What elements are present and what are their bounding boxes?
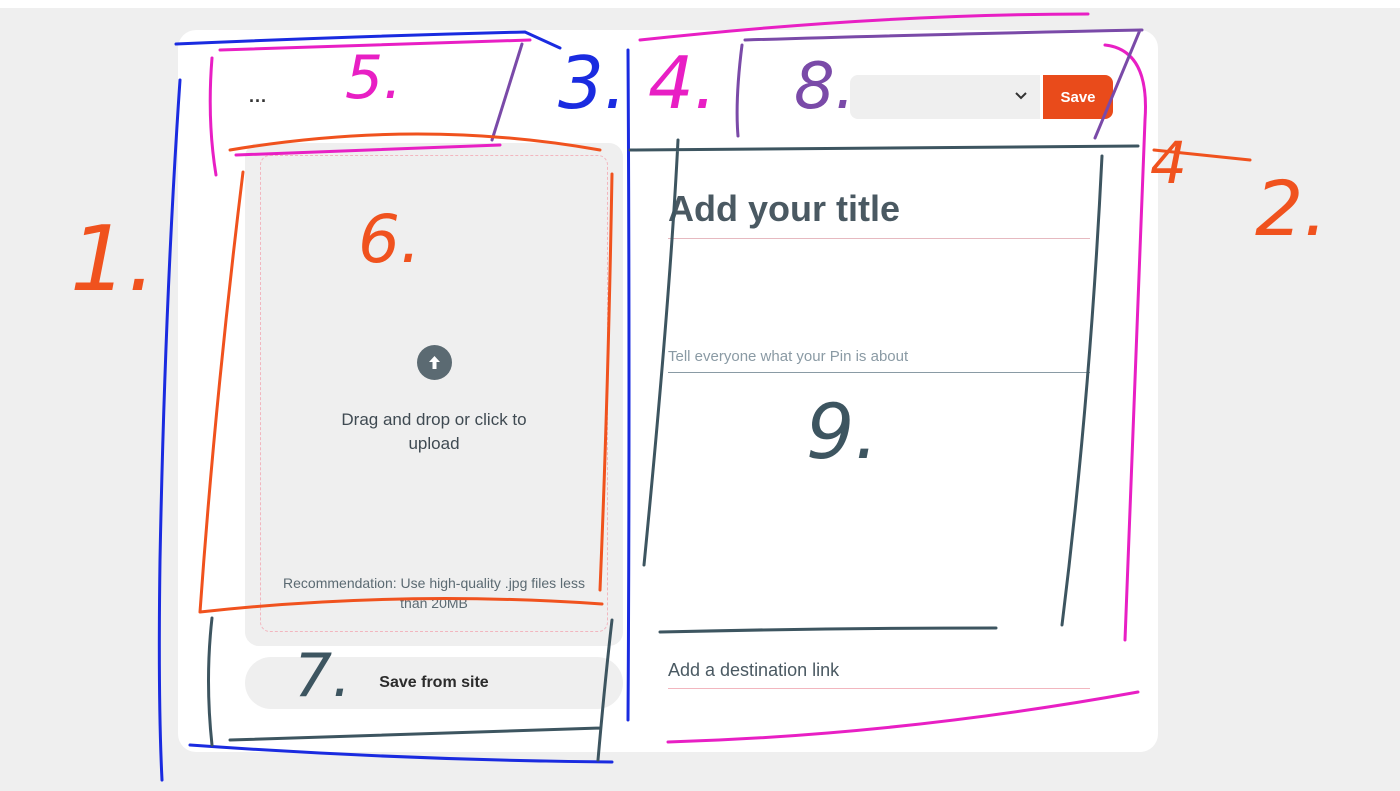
annotation-label-2: 2. <box>1255 164 1328 253</box>
upload-dashed-border <box>260 155 608 632</box>
more-options-button[interactable]: ... <box>242 84 274 108</box>
top-strip <box>0 0 1400 8</box>
upload-recommendation: Recommendation: Use high-quality .jpg fi… <box>283 575 585 611</box>
annotation-arrow-4 <box>1152 148 1252 162</box>
description-input[interactable] <box>668 340 1090 373</box>
annotation-label-1: 1. <box>70 207 156 312</box>
upload-arrow-icon <box>417 345 452 380</box>
save-button[interactable]: Save <box>1043 75 1113 119</box>
upload-prompt: Drag and drop or click to upload <box>341 410 527 453</box>
chevron-down-icon <box>1015 92 1027 100</box>
destination-link-input[interactable] <box>668 652 1090 689</box>
board-select[interactable] <box>850 75 1040 119</box>
save-from-site-button[interactable]: Save from site <box>245 657 623 709</box>
title-input[interactable] <box>668 180 1090 239</box>
